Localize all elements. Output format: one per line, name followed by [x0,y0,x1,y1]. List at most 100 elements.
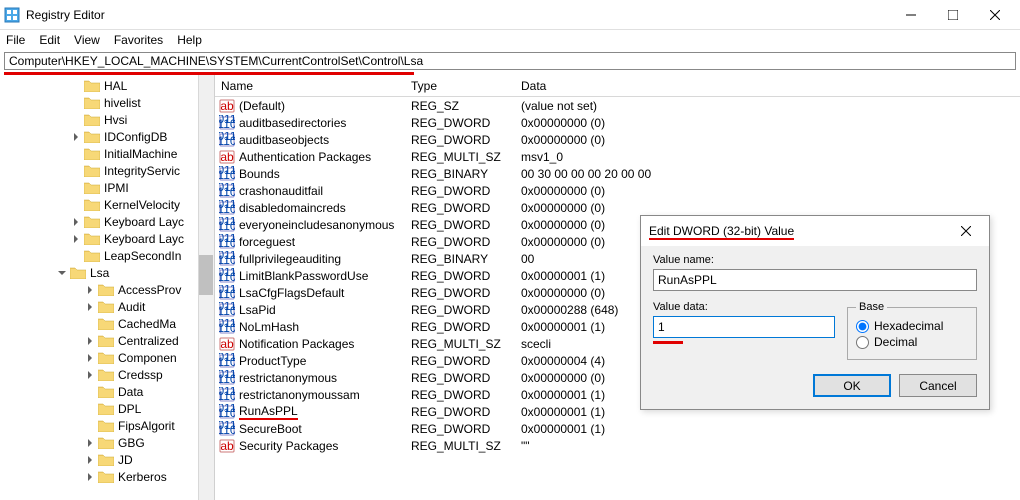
tree-item[interactable]: CachedMa [0,315,214,332]
list-row[interactable]: 011110crashonauditfailREG_DWORD0x0000000… [215,182,1020,199]
list-row[interactable]: 011110auditbasedirectoriesREG_DWORD0x000… [215,114,1020,131]
binary-value-icon: 011110 [219,319,235,335]
maximize-button[interactable] [932,1,974,29]
value-type: REG_DWORD [405,422,515,436]
folder-icon [70,266,86,279]
tree-spacer [70,148,82,160]
tree-item[interactable]: AccessProv [0,281,214,298]
menu-file[interactable]: File [6,33,25,47]
col-data[interactable]: Data [515,79,1020,93]
svg-text:110: 110 [219,355,235,369]
chevron-down-icon[interactable] [56,267,68,279]
value-type: REG_DWORD [405,184,515,198]
tree-item[interactable]: IDConfigDB [0,128,214,145]
window-title: Registry Editor [26,8,890,22]
list-row[interactable]: 011110auditbaseobjectsREG_DWORD0x0000000… [215,131,1020,148]
value-name: RunAsPPL [239,404,298,420]
value-data: 0x00000000 (0) [515,184,1020,198]
list-row[interactable]: abAuthentication PackagesREG_MULTI_SZmsv… [215,148,1020,165]
tree-item[interactable]: DPL [0,400,214,417]
tree-item-label: hivelist [104,96,141,110]
tree-item[interactable]: JD [0,451,214,468]
tree-spacer [84,420,96,432]
tree-spacer [70,199,82,211]
value-name: Authentication Packages [239,150,371,164]
tree-item[interactable]: hivelist [0,94,214,111]
value-data-field[interactable] [653,316,835,338]
svg-text:110: 110 [219,423,235,437]
tree-item[interactable]: Kerberos [0,468,214,485]
tree-item[interactable]: IPMI [0,179,214,196]
chevron-right-icon[interactable] [70,131,82,143]
menu-favorites[interactable]: Favorites [114,33,163,47]
col-type[interactable]: Type [405,79,515,93]
tree-spacer [84,318,96,330]
value-name: (Default) [239,99,285,113]
tree-item[interactable]: FipsAlgorit [0,417,214,434]
folder-icon [98,317,114,330]
svg-text:110: 110 [219,372,235,386]
address-input[interactable] [4,52,1016,70]
value-data: 0x00000001 (1) [515,422,1020,436]
chevron-right-icon[interactable] [84,454,96,466]
radio-hex[interactable] [856,320,869,333]
list-row[interactable]: 011110SecureBootREG_DWORD0x00000001 (1) [215,420,1020,437]
list-row[interactable]: ab(Default)REG_SZ(value not set) [215,97,1020,114]
tree-item[interactable]: LeapSecondIn [0,247,214,264]
chevron-right-icon[interactable] [84,284,96,296]
menu-view[interactable]: View [74,33,100,47]
list-row[interactable]: 011110BoundsREG_BINARY00 30 00 00 00 20 … [215,165,1020,182]
svg-text:110: 110 [219,236,235,250]
chevron-right-icon[interactable] [84,437,96,449]
tree-item[interactable]: Lsa [0,264,214,281]
svg-text:110: 110 [219,270,235,284]
list-header: Name Type Data [215,75,1020,97]
tree-item[interactable]: Hvsi [0,111,214,128]
menu-edit[interactable]: Edit [39,33,60,47]
chevron-right-icon[interactable] [84,471,96,483]
tree-item[interactable]: InitialMachine [0,145,214,162]
tree-item[interactable]: Keyboard Layc [0,213,214,230]
binary-value-icon: 011110 [219,404,235,420]
radio-dec[interactable] [856,336,869,349]
chevron-right-icon[interactable] [70,233,82,245]
tree-item[interactable]: KernelVelocity [0,196,214,213]
tree-spacer [70,165,82,177]
tree-item[interactable]: Data [0,383,214,400]
tree-view[interactable]: HALhivelistHvsiIDConfigDBInitialMachineI… [0,75,215,500]
tree-item[interactable]: HAL [0,77,214,94]
value-name-field[interactable] [653,269,977,291]
cancel-button[interactable]: Cancel [899,374,977,397]
tree-item[interactable]: Audit [0,298,214,315]
tree-scroll-thumb[interactable] [199,255,213,295]
value-type: REG_SZ [405,99,515,113]
list-row[interactable]: 011110disabledomaincredsREG_DWORD0x00000… [215,199,1020,216]
tree-item[interactable]: GBG [0,434,214,451]
value-type: REG_MULTI_SZ [405,337,515,351]
tree-item[interactable]: IntegrityServic [0,162,214,179]
tree-item[interactable]: Centralized [0,332,214,349]
string-value-icon: ab [219,438,235,454]
tree-item-label: Hvsi [104,113,127,127]
chevron-right-icon[interactable] [84,352,96,364]
tree-item[interactable]: Componen [0,349,214,366]
col-name[interactable]: Name [215,79,405,93]
chevron-right-icon[interactable] [84,369,96,381]
minimize-button[interactable] [890,1,932,29]
chevron-right-icon[interactable] [70,216,82,228]
value-type: REG_DWORD [405,116,515,130]
chevron-right-icon[interactable] [84,335,96,347]
list-row[interactable]: abSecurity PackagesREG_MULTI_SZ"" [215,437,1020,454]
tree-item-label: CachedMa [118,317,176,331]
string-value-icon: ab [219,336,235,352]
value-type: REG_DWORD [405,371,515,385]
tree-item-label: Audit [118,300,145,314]
menu-help[interactable]: Help [177,33,202,47]
ok-button[interactable]: OK [813,374,891,397]
close-button[interactable] [974,1,1016,29]
chevron-right-icon[interactable] [84,301,96,313]
dialog-close-button[interactable] [951,218,981,244]
tree-item[interactable]: Keyboard Layc [0,230,214,247]
folder-icon [98,351,114,364]
tree-item[interactable]: Credssp [0,366,214,383]
